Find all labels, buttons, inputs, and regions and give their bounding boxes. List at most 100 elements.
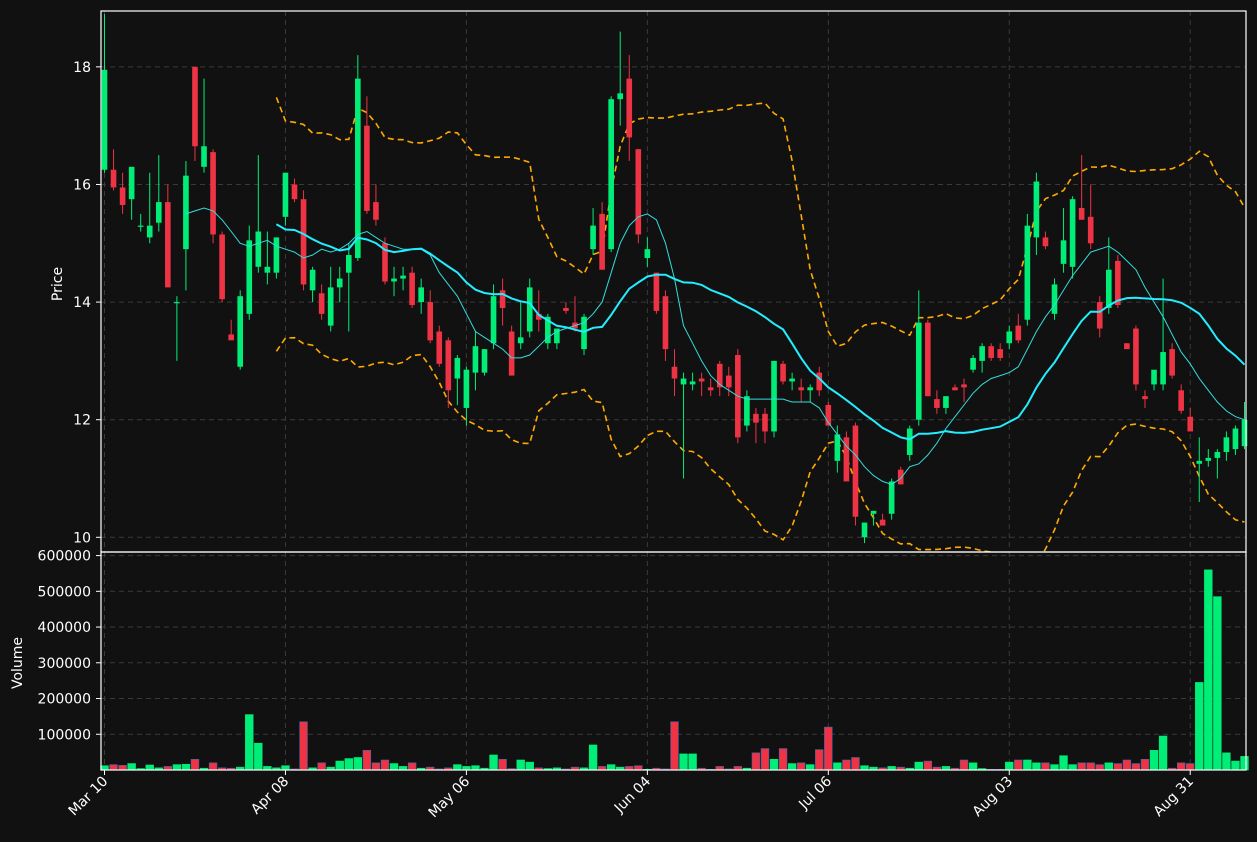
candle-body [1015, 325, 1022, 341]
volume-bar [344, 758, 353, 771]
candle-body [1078, 207, 1085, 220]
candle-body [744, 396, 750, 426]
candle-body [201, 146, 207, 167]
volume-bar [769, 758, 779, 771]
volume-bar [1240, 756, 1249, 771]
volume-tick-label: 300000 [38, 656, 91, 672]
volume-bar [1059, 755, 1068, 771]
candle-body [762, 413, 768, 432]
volume-bar [1005, 761, 1014, 771]
volume-bar [245, 714, 254, 771]
price-tick-label: 10 [73, 530, 91, 546]
candle-body [897, 469, 904, 485]
volume-bar [317, 762, 326, 771]
volume-bar [1032, 762, 1041, 771]
candle-body [391, 278, 397, 282]
candle-body [1042, 237, 1049, 247]
volume-bar [860, 765, 869, 771]
volume-bar [1104, 762, 1113, 771]
candle-body [1105, 269, 1112, 308]
volume-bar [1095, 764, 1104, 771]
volume-bar [118, 765, 127, 771]
volume-bar [1113, 763, 1123, 771]
candle-body [789, 378, 795, 382]
volume-bar [914, 761, 923, 771]
volume-bar [1023, 759, 1032, 771]
candle-body [780, 363, 786, 382]
volume-bar [181, 763, 191, 771]
volume-bar [109, 764, 118, 771]
candle-body [1133, 328, 1139, 385]
volume-bar [1014, 759, 1023, 771]
volume-bar [407, 762, 417, 771]
candle-body [137, 225, 144, 227]
volume-bar [824, 726, 833, 771]
candle-body [318, 293, 325, 314]
volume-bar [254, 742, 263, 771]
candle-body [861, 522, 868, 538]
candle-body [345, 255, 352, 273]
candle-body [644, 249, 651, 258]
volume-bar [842, 759, 851, 771]
candle-body [725, 375, 732, 388]
candle-body [327, 287, 334, 326]
volume-bar [471, 765, 480, 771]
candle-body [915, 322, 922, 420]
candle-body [1160, 352, 1166, 385]
volume-bar [371, 762, 381, 771]
candle-body [1087, 216, 1094, 244]
candle-body [1124, 343, 1130, 350]
candle-body [219, 234, 225, 300]
candle-body [1060, 240, 1067, 264]
candle-body [228, 334, 234, 341]
volume-bar [588, 744, 598, 771]
candle-body [807, 387, 814, 391]
candle-body [563, 307, 569, 311]
candle-body [472, 346, 479, 373]
candle-body [110, 169, 117, 188]
candle-body [988, 346, 994, 358]
candle-body [888, 481, 895, 514]
volume-bar [1050, 764, 1059, 771]
volume-bar [968, 762, 978, 771]
candle-body [925, 322, 931, 397]
volume-bar [1077, 762, 1086, 771]
volume-bar [362, 750, 372, 771]
volume-bar [335, 760, 344, 771]
candle-body [436, 331, 443, 364]
candle-body [400, 275, 406, 279]
candle-body [309, 269, 316, 291]
volume-bar [1086, 762, 1095, 771]
candle-body [662, 296, 669, 350]
volume-bar [127, 763, 136, 771]
volume-bar [760, 748, 770, 771]
candle-body [355, 78, 361, 258]
volume-bar [208, 762, 218, 771]
candle-body [246, 240, 253, 314]
volume-bar [498, 758, 507, 771]
candle-body [1024, 225, 1031, 320]
volume-bar [787, 763, 797, 771]
volume-bar [778, 748, 788, 771]
volume-bar [1131, 763, 1141, 771]
candle-body [282, 172, 289, 217]
candle-body [174, 302, 180, 304]
volume-bar [100, 765, 109, 771]
candle-body [961, 384, 967, 388]
volume-bar [679, 753, 688, 771]
volume-bar [1231, 760, 1240, 771]
candle-body [608, 99, 614, 250]
candle-body [952, 387, 958, 391]
volume-axis-label: Volume [10, 637, 26, 689]
candle-body [671, 366, 678, 379]
candle-body [1232, 428, 1239, 450]
volume-bar [923, 760, 933, 771]
candle-body [454, 357, 461, 379]
candle-body [1096, 302, 1103, 329]
candle-body [499, 290, 506, 308]
candle-body [155, 202, 162, 223]
candle-body [336, 278, 343, 288]
candle-body [300, 199, 307, 285]
candle-body [481, 349, 488, 373]
price-tick-label: 18 [73, 60, 91, 76]
